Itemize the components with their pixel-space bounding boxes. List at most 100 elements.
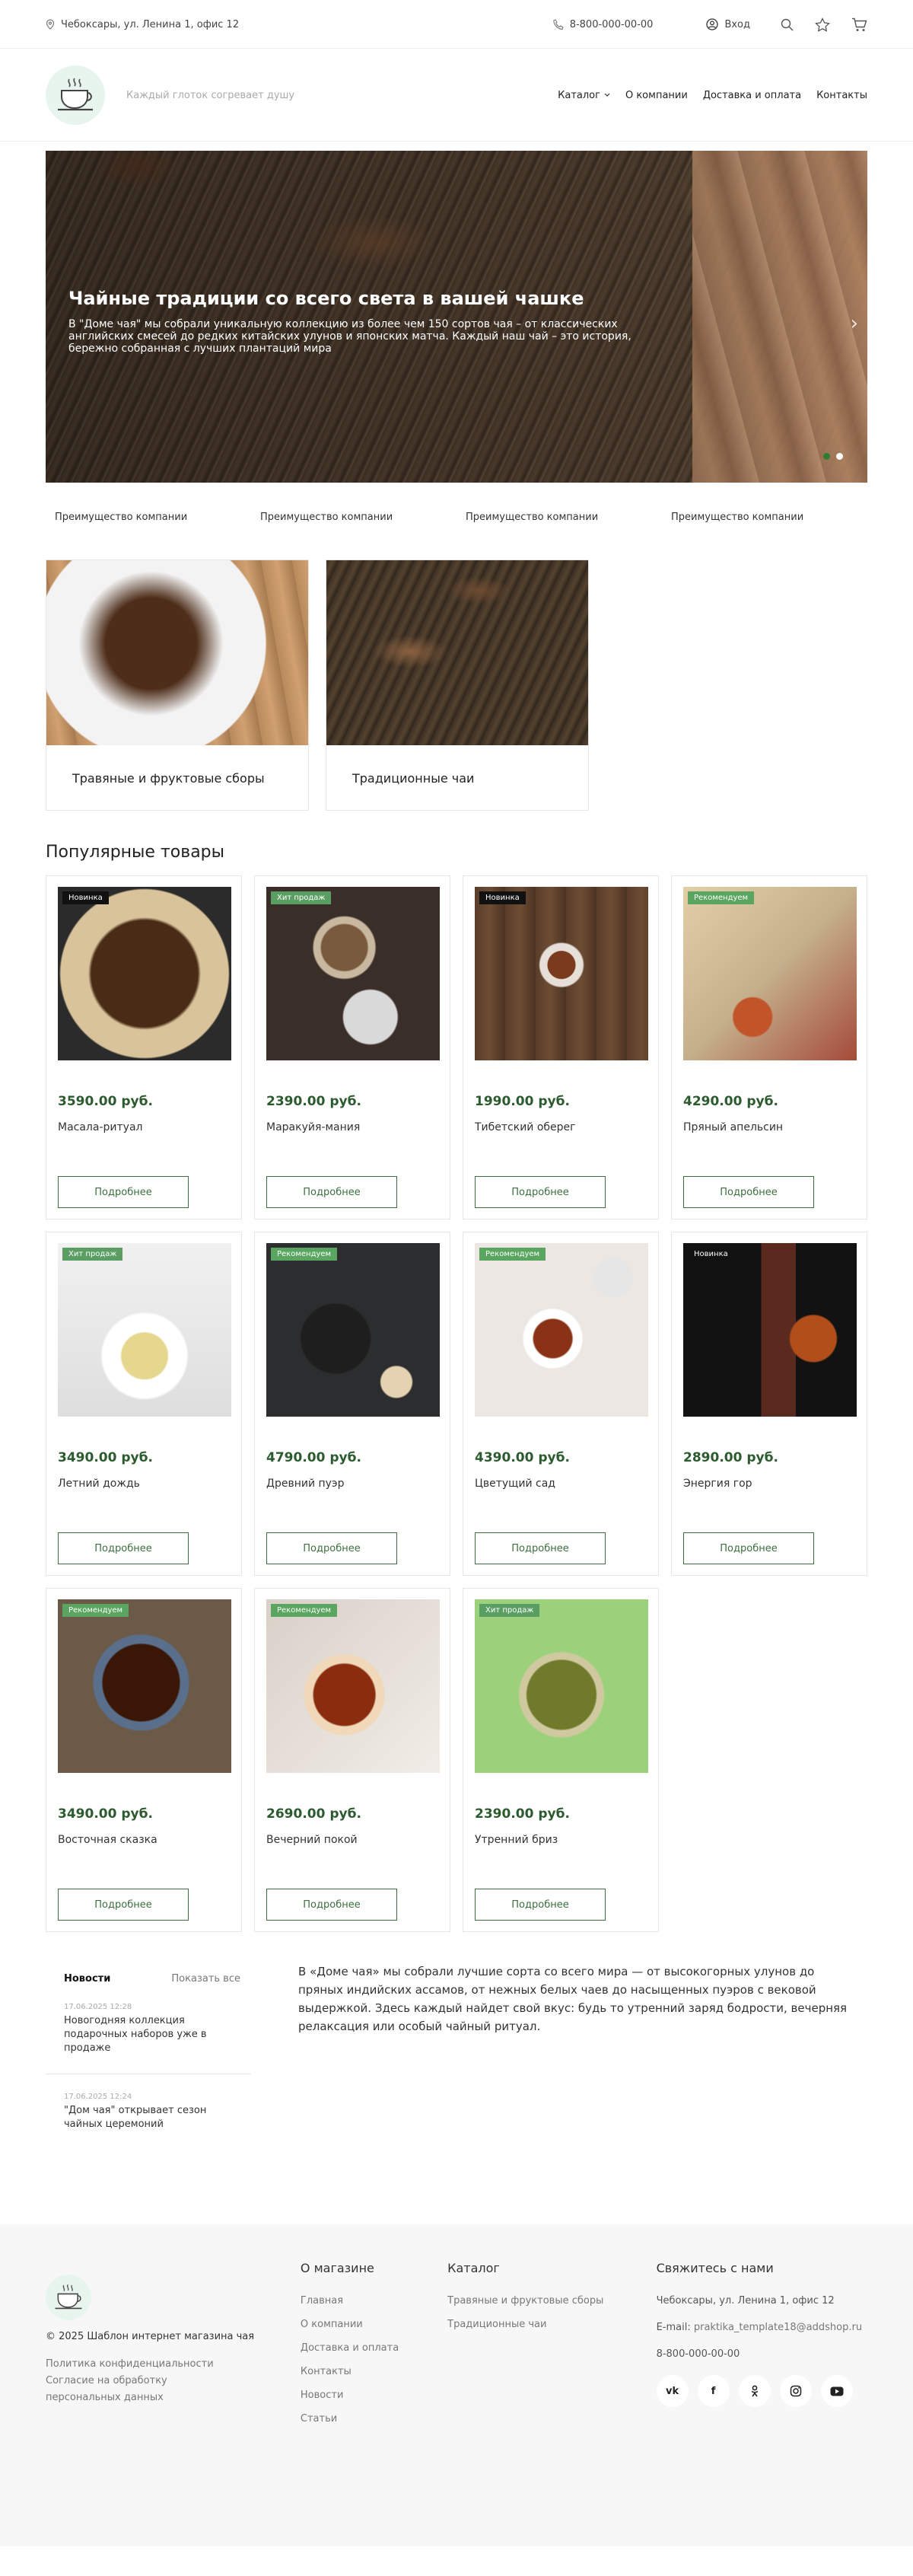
product-name[interactable]: Восточная сказка	[58, 1834, 230, 1846]
footer-link[interactable]: О компании	[301, 2319, 447, 2330]
vk-icon[interactable]: vk	[656, 2375, 689, 2407]
footer-link[interactable]: Новости	[301, 2389, 447, 2401]
privacy-link[interactable]: Политика конфиденциальности	[46, 2356, 243, 2373]
product-image[interactable]: Хит продаж	[266, 887, 440, 1060]
product-name[interactable]: Цветущий сад	[475, 1478, 647, 1490]
product-price: 3490.00 руб.	[58, 1450, 153, 1465]
product-name[interactable]: Энергия гор	[683, 1478, 855, 1490]
details-button[interactable]: Подробнее	[475, 1176, 606, 1208]
search-icon[interactable]	[781, 18, 794, 31]
product-image[interactable]: Рекомендуем	[266, 1599, 440, 1773]
product-card[interactable]: Хит продаж 2390.00 руб. Маракуйя-мания Подр…	[254, 875, 450, 1219]
details-button[interactable]: Подробнее	[475, 1889, 606, 1921]
product-card[interactable]: Рекомендуем 2690.00 руб. Вечерний покой Под…	[254, 1588, 450, 1932]
tab-news[interactable]: Новости	[64, 1973, 110, 1985]
footer-link[interactable]: Травяные и фруктовые сборы	[447, 2295, 656, 2307]
nav-item-contacts[interactable]: Контакты	[816, 90, 867, 101]
product-image[interactable]: Рекомендуем	[266, 1243, 440, 1417]
news-date: 17.06.2025 12:24	[64, 2093, 132, 2101]
product-image[interactable]: Рекомендуем	[475, 1243, 648, 1417]
logo[interactable]	[46, 65, 105, 125]
product-image[interactable]: Хит продаж	[475, 1599, 648, 1773]
product-image[interactable]: Рекомендуем	[683, 887, 857, 1060]
star-icon[interactable]	[815, 17, 830, 32]
footer-link[interactable]: Статьи	[301, 2413, 447, 2425]
product-name[interactable]: Вечерний покой	[266, 1834, 438, 1846]
details-button[interactable]: Подробнее	[266, 1889, 397, 1921]
product-badge: Рекомендуем	[271, 1248, 338, 1261]
footer-link[interactable]: Доставка и оплата	[301, 2342, 447, 2354]
cart-icon[interactable]	[851, 18, 867, 32]
product-image[interactable]: Хит продаж	[58, 1243, 231, 1417]
details-button[interactable]: Подробнее	[58, 1532, 189, 1564]
footer-email[interactable]: E-mail: praktika_template18@addshop.ru	[657, 2322, 867, 2333]
slider-dot[interactable]	[823, 453, 830, 460]
product-card[interactable]: Рекомендуем 4290.00 руб. Пряный апельсин По…	[671, 875, 867, 1219]
news-title[interactable]: "Дом чая" открывает сезон чайных церемон…	[64, 2104, 216, 2131]
product-card[interactable]: Новинка 1990.00 руб. Тибетский оберег Подро…	[463, 875, 659, 1219]
product-image[interactable]: Рекомендуем	[58, 1599, 231, 1773]
product-name[interactable]: Маракуйя-мания	[266, 1121, 438, 1133]
nav-item-delivery[interactable]: Доставка и оплата	[703, 90, 801, 101]
product-card[interactable]: Хит продаж 3490.00 руб. Летний дождь Подроб…	[46, 1232, 242, 1576]
product-name[interactable]: Масала-ритуал	[58, 1121, 230, 1133]
news-date: 17.06.2025 12:28	[64, 2003, 132, 2011]
product-name[interactable]: Пряный апельсин	[683, 1121, 855, 1133]
chevron-right-icon[interactable]: ›	[851, 312, 858, 335]
product-name[interactable]: Утренний бриз	[475, 1834, 647, 1846]
product-badge: Рекомендуем	[62, 1604, 129, 1617]
advantage-item: Преимущество компании	[466, 512, 599, 523]
details-button[interactable]: Подробнее	[266, 1176, 397, 1208]
news-title[interactable]: Новогодняя коллекция подарочных наборов …	[64, 2014, 216, 2055]
footer-logo[interactable]	[46, 2275, 91, 2320]
login-link[interactable]: Вход	[706, 18, 750, 30]
details-button[interactable]: Подробнее	[475, 1532, 606, 1564]
slider-dot[interactable]	[836, 453, 843, 460]
consent-link[interactable]: Согласие на обработку персональных данны…	[46, 2373, 243, 2406]
details-button[interactable]: Подробнее	[58, 1889, 189, 1921]
nav-item-catalog[interactable]: Каталог	[558, 90, 610, 101]
details-button[interactable]: Подробнее	[683, 1532, 814, 1564]
product-card[interactable]: Рекомендуем 3490.00 руб. Восточная сказка П…	[46, 1588, 242, 1932]
product-badge: Новинка	[479, 891, 526, 904]
product-name[interactable]: Тибетский оберег	[475, 1121, 647, 1133]
facebook-icon[interactable]: f	[697, 2375, 730, 2407]
product-image[interactable]: Новинка	[683, 1243, 857, 1417]
nav-item-about[interactable]: О компании	[625, 90, 688, 101]
category-title: Традиционные чаи	[352, 771, 475, 786]
product-badge: Новинка	[62, 891, 109, 904]
details-button[interactable]: Подробнее	[266, 1532, 397, 1564]
show-all-link[interactable]: Показать все	[171, 1973, 240, 1985]
phone[interactable]: 8-800-000-00-00	[552, 19, 653, 30]
details-button[interactable]: Подробнее	[683, 1176, 814, 1208]
odnoklassniki-icon[interactable]	[738, 2375, 771, 2407]
product-card[interactable]: Новинка 2890.00 руб. Энергия гор Подробнее	[671, 1232, 867, 1576]
youtube-icon[interactable]	[820, 2375, 853, 2407]
footer-phone[interactable]: 8-800-000-00-00	[657, 2348, 867, 2360]
footer-link[interactable]: Традиционные чаи	[447, 2319, 656, 2330]
details-button[interactable]: Подробнее	[58, 1176, 189, 1208]
category-image	[46, 560, 308, 745]
product-name[interactable]: Древний пуэр	[266, 1478, 438, 1490]
footer-link[interactable]: Главная	[301, 2295, 447, 2307]
news-item[interactable]: 17.06.2025 12:24 "Дом чая" открывает сез…	[46, 2074, 251, 2150]
social-links: vk f	[656, 2375, 867, 2407]
product-card[interactable]: Хит продаж 2390.00 руб. Утренний бриз Подро…	[463, 1588, 659, 1932]
product-image[interactable]: Новинка	[475, 887, 648, 1060]
product-card[interactable]: Рекомендуем 4390.00 руб. Цветущий сад Подро…	[463, 1232, 659, 1576]
category-card[interactable]: Травяные и фруктовые сборы	[46, 560, 309, 811]
product-card[interactable]: Рекомендуем 4790.00 руб. Древний пуэр Подро…	[254, 1232, 450, 1576]
product-image[interactable]: Новинка	[58, 887, 231, 1060]
hero-slider[interactable]: Чайные традиции со всего света в вашей ч…	[46, 151, 867, 483]
address-text: Чебоксары, ул. Ленина 1, офис 12	[61, 18, 240, 30]
news-item[interactable]: 17.06.2025 12:28 Новогодняя коллекция по…	[46, 1985, 251, 2074]
advantage-item: Преимущество компании	[55, 512, 188, 523]
teacup-logo-icon	[53, 2283, 84, 2312]
instagram-icon[interactable]	[779, 2375, 812, 2407]
footer-link[interactable]: Контакты	[301, 2366, 447, 2377]
section-title: Популярные товары	[46, 843, 225, 862]
product-price: 3490.00 руб.	[58, 1806, 153, 1822]
product-name[interactable]: Летний дождь	[58, 1478, 230, 1490]
product-card[interactable]: Новинка 3590.00 руб. Масала-ритуал Подробне…	[46, 875, 242, 1219]
category-card[interactable]: Традиционные чаи	[326, 560, 589, 811]
